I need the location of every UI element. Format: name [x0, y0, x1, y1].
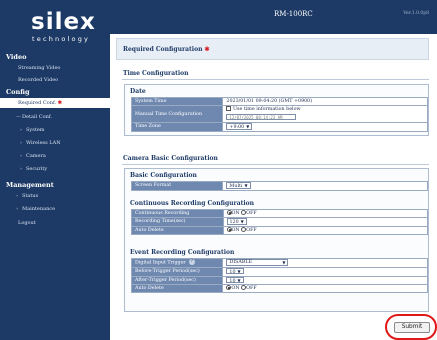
- digital-trigger-select[interactable]: DISABLE ▼: [226, 259, 289, 266]
- nav-required-conf[interactable]: Required Conf. ✱: [0, 98, 110, 108]
- before-trigger-select[interactable]: 10 ▼: [226, 267, 244, 275]
- off-label: OFF: [246, 286, 257, 292]
- nav-recorded-video[interactable]: Recorded Video: [0, 75, 110, 85]
- chevron-down-icon: ▼: [282, 260, 286, 265]
- sidebar: silex technology Video Streaming Video R…: [0, 0, 110, 340]
- basic-config-title: Basic Configuration: [130, 172, 197, 179]
- nav-maintenance[interactable]: › Maintenance: [0, 204, 110, 214]
- recording-time-select-value: 120: [229, 220, 239, 225]
- chevron-down-icon: ▼: [246, 124, 250, 129]
- nav-status-label: Status: [22, 193, 39, 199]
- main-content: Required Configuration ✱ Time Configurat…: [110, 34, 437, 340]
- off-label: OFF: [246, 211, 257, 216]
- continuous-on-radio[interactable]: [226, 210, 232, 215]
- chevron-down-icon: ▼: [237, 268, 241, 274]
- after-trigger-select-value: 10: [229, 278, 236, 284]
- date-table: System Time 2023/01/01 09:04:20 (GMT +09…: [130, 97, 428, 132]
- nav-system[interactable]: › System: [0, 125, 110, 135]
- nav-required-conf-label: Required Conf.: [18, 100, 57, 106]
- required-star-icon: ✱: [57, 100, 62, 106]
- submit-button[interactable]: Submit: [394, 322, 430, 333]
- chevron-down-icon: ▼: [244, 183, 248, 188]
- nav-wireless-lan-label: Wireless LAN: [26, 140, 61, 146]
- chevron-down-icon: ▼: [237, 277, 241, 283]
- before-trigger-label: Before-Trigger Period(sec): [130, 266, 224, 277]
- nav-camera-label: Camera: [26, 153, 46, 159]
- nav-detail-conf-label: Detail Conf.: [22, 114, 53, 120]
- page-title: Required Configuration: [123, 46, 203, 53]
- time-zone-select[interactable]: +9:00 ▼: [226, 123, 253, 130]
- before-trigger-select-value: 10: [229, 269, 236, 275]
- nav-heading-management: Management: [6, 181, 54, 189]
- time-zone-label: Time Zone: [130, 122, 224, 132]
- system-time-label: System Time: [130, 97, 224, 106]
- event-config-title: Event Recording Configuration: [130, 249, 235, 256]
- chevron-down-icon: ▼: [240, 219, 244, 224]
- screen-format-label: Screen Format: [130, 181, 224, 191]
- device-model-title: RM-100RC: [274, 10, 313, 18]
- section-divider: [122, 79, 429, 80]
- after-trigger-select[interactable]: 10 ▼: [226, 276, 244, 284]
- help-icon[interactable]: ?: [188, 259, 195, 266]
- required-star-icon: ✱: [204, 46, 210, 53]
- on-label: ON: [231, 211, 240, 216]
- manual-time-checkbox[interactable]: [226, 106, 232, 111]
- logo-wordmark: silex: [31, 9, 96, 35]
- nav-status[interactable]: › Status: [0, 191, 110, 201]
- continuous-recording-label: Continuous Recording: [131, 209, 224, 218]
- date-box: Date System Time 2023/01/01 09:04:20 (GM…: [124, 84, 429, 136]
- nav-system-label: System: [26, 127, 45, 133]
- event-config-table: Digital Input Trigger? DISABLE ▼ Before-T…: [130, 258, 428, 294]
- nav-recorded-video-label: Recorded Video: [18, 77, 59, 83]
- nav-wireless-lan[interactable]: › Wireless LAN: [0, 138, 110, 148]
- nav-maintenance-label: Maintenance: [22, 206, 56, 212]
- time-config-heading: Time Configuration: [123, 70, 189, 77]
- silex-logo: silex technology: [31, 10, 99, 46]
- nav-logout-label: Logout: [18, 220, 36, 226]
- nav-heading-video: Video: [6, 53, 27, 61]
- date-box-title: Date: [130, 88, 146, 95]
- page-title-banner: Required Configuration ✱: [116, 38, 429, 60]
- digital-trigger-label: Digital Input Trigger: [135, 260, 186, 266]
- screen-format-select-value: Multi: [229, 184, 243, 189]
- section-divider: [122, 164, 429, 165]
- logo-subtitle: technology: [32, 35, 91, 43]
- nav-logout[interactable]: Logout: [0, 218, 110, 228]
- auto-delete-on-radio[interactable]: [226, 226, 232, 232]
- recording-time-select[interactable]: 120 ▼: [226, 218, 247, 225]
- nav-security-label: Security: [26, 166, 48, 172]
- camera-config-heading: Camera Basic Configuration: [123, 155, 218, 162]
- firmware-version: Ver.1.0.0p8: [403, 11, 429, 16]
- on-label: ON: [231, 286, 240, 292]
- manual-time-input[interactable]: 12/07/2025 08:14:23 AM: [226, 113, 297, 120]
- manual-time-label: Manual Time Configuration: [130, 105, 224, 123]
- nav-detail-conf[interactable]: —Detail Conf.: [0, 112, 110, 122]
- continuous-config-table: Continuous Recording ON OFF Recording Ti…: [131, 209, 428, 235]
- recording-time-label: Recording Time(sec): [131, 217, 224, 227]
- screen-format-select[interactable]: Multi ▼: [226, 182, 251, 189]
- off-label: OFF: [246, 227, 257, 233]
- top-header: RM-100RC Ver.1.0.0p8: [110, 0, 437, 34]
- nav-camera[interactable]: › Camera: [0, 151, 110, 161]
- auto-delete-off-radio[interactable]: [241, 226, 247, 232]
- manual-time-checkbox-label: Use time information below: [232, 107, 301, 112]
- auto-delete-2-label: Auto Delete: [130, 284, 224, 294]
- submit-highlight-circle: Submit: [385, 314, 437, 340]
- digital-trigger-select-value: DISABLE: [229, 260, 253, 265]
- nav-streaming-video-label: Streaming Video: [18, 65, 61, 71]
- nav-heading-config: Config: [6, 88, 30, 96]
- nav-streaming-video[interactable]: Streaming Video: [0, 63, 110, 73]
- after-trigger-label: After-Trigger Period(sec): [130, 275, 224, 286]
- time-zone-select-value: +9:00: [229, 125, 245, 130]
- auto-delete-label: Auto Delete: [131, 225, 224, 235]
- system-time-value: 2023/01/01 09:04:20 (GMT +0900): [222, 97, 428, 106]
- on-label: ON: [231, 227, 240, 233]
- camera-config-box: Basic Configuration Screen Format Multi ▼…: [124, 168, 429, 312]
- nav-security[interactable]: › Security: [0, 164, 110, 174]
- continuous-config-title: Continuous Recording Configuration: [130, 200, 255, 207]
- basic-config-table: Screen Format Multi ▼: [130, 181, 428, 191]
